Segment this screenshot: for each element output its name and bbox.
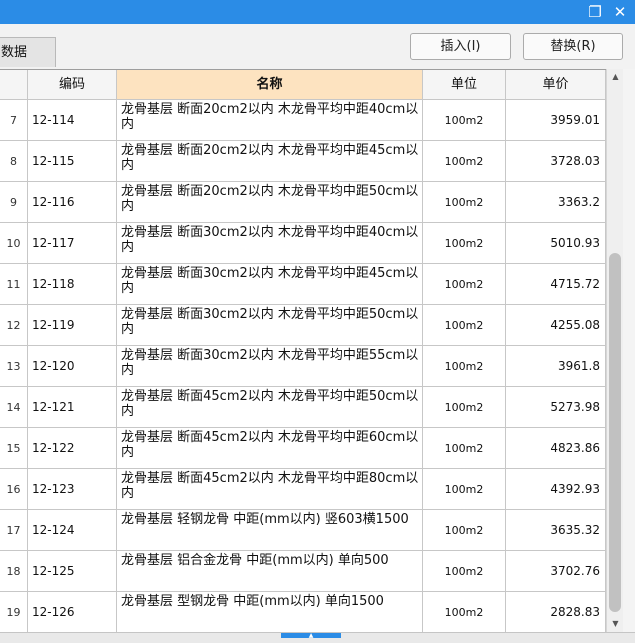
cell-price: 3961.8: [506, 346, 606, 386]
table-row[interactable]: 12 12-119 龙骨基层 断面30cm2以内 木龙骨平均中距50cm以内 100m…: [0, 305, 606, 346]
cell-name: 龙骨基层 断面30cm2以内 木龙骨平均中距40cm以内: [117, 223, 423, 263]
row-index: 18: [0, 551, 28, 591]
row-index: 10: [0, 223, 28, 263]
cell-name: 龙骨基层 型钢龙骨 中距(mm以内) 单向1500: [117, 592, 423, 632]
data-grid: 编码 名称 单位 单价 7 12-114 龙骨基层 断面20cm2以内 木龙骨平均中…: [0, 69, 606, 633]
cell-name: 龙骨基层 断面20cm2以内 木龙骨平均中距50cm以内: [117, 182, 423, 222]
cell-unit: 100m2: [423, 141, 506, 181]
cell-unit: 100m2: [423, 305, 506, 345]
cell-name: 龙骨基层 断面45cm2以内 木龙骨平均中距50cm以内: [117, 387, 423, 427]
cell-name: 龙骨基层 断面45cm2以内 木龙骨平均中距80cm以内: [117, 469, 423, 509]
row-index: 13: [0, 346, 28, 386]
cell-unit: 100m2: [423, 428, 506, 468]
cell-unit: 100m2: [423, 387, 506, 427]
cell-code: 12-123: [28, 469, 117, 509]
cell-code: 12-124: [28, 510, 117, 550]
cell-name: 龙骨基层 断面30cm2以内 木龙骨平均中距55cm以内: [117, 346, 423, 386]
insert-button[interactable]: 插入(I): [410, 33, 511, 60]
title-bar: ❐ ✕: [0, 0, 635, 24]
header-code[interactable]: 编码: [28, 70, 117, 99]
header-name[interactable]: 名称: [117, 70, 423, 99]
cell-code: 12-120: [28, 346, 117, 386]
cell-price: 4392.93: [506, 469, 606, 509]
expand-up-icon[interactable]: ▲: [281, 633, 341, 639]
table-row[interactable]: 11 12-118 龙骨基层 断面30cm2以内 木龙骨平均中距45cm以内 100m…: [0, 264, 606, 305]
cell-code: 12-116: [28, 182, 117, 222]
right-edge: [623, 69, 635, 632]
cell-name: 龙骨基层 断面30cm2以内 木龙骨平均中距50cm以内: [117, 305, 423, 345]
cell-unit: 100m2: [423, 592, 506, 632]
cell-price: 4823.86: [506, 428, 606, 468]
cell-name: 龙骨基层 断面45cm2以内 木龙骨平均中距60cm以内: [117, 428, 423, 468]
cell-name: 龙骨基层 断面20cm2以内 木龙骨平均中距40cm以内: [117, 100, 423, 140]
row-index: 12: [0, 305, 28, 345]
table-row[interactable]: 10 12-117 龙骨基层 断面30cm2以内 木龙骨平均中距40cm以内 100m…: [0, 223, 606, 264]
cell-unit: 100m2: [423, 264, 506, 304]
cell-price: 3363.2: [506, 182, 606, 222]
header-index: [0, 70, 28, 99]
table-row[interactable]: 9 12-116 龙骨基层 断面20cm2以内 木龙骨平均中距50cm以内 100m2…: [0, 182, 606, 223]
cell-code: 12-122: [28, 428, 117, 468]
row-index: 9: [0, 182, 28, 222]
row-index: 7: [0, 100, 28, 140]
cell-unit: 100m2: [423, 346, 506, 386]
row-index: 19: [0, 592, 28, 632]
table-row[interactable]: 8 12-115 龙骨基层 断面20cm2以内 木龙骨平均中距45cm以内 100m2…: [0, 141, 606, 182]
row-index: 17: [0, 510, 28, 550]
cell-price: 5010.93: [506, 223, 606, 263]
cell-code: 12-118: [28, 264, 117, 304]
cell-price: 3635.32: [506, 510, 606, 550]
cell-code: 12-117: [28, 223, 117, 263]
cell-name: 龙骨基层 断面20cm2以内 木龙骨平均中距45cm以内: [117, 141, 423, 181]
table-row[interactable]: 18 12-125 龙骨基层 铝合金龙骨 中距(mm以内) 单向500 100m2 37…: [0, 551, 606, 592]
cell-code: 12-115: [28, 141, 117, 181]
row-index: 11: [0, 264, 28, 304]
cell-code: 12-126: [28, 592, 117, 632]
row-index: 8: [0, 141, 28, 181]
row-index: 15: [0, 428, 28, 468]
cell-code: 12-119: [28, 305, 117, 345]
table-row[interactable]: 7 12-114 龙骨基层 断面20cm2以内 木龙骨平均中距40cm以内 100m2…: [0, 100, 606, 141]
cell-name: 龙骨基层 断面30cm2以内 木龙骨平均中距45cm以内: [117, 264, 423, 304]
close-icon[interactable]: ✕: [611, 3, 629, 21]
cell-unit: 100m2: [423, 510, 506, 550]
cell-code: 12-125: [28, 551, 117, 591]
scroll-up-icon[interactable]: ▲: [607, 69, 624, 85]
cell-unit: 100m2: [423, 182, 506, 222]
cell-price: 3728.03: [506, 141, 606, 181]
table-header: 编码 名称 单位 单价: [0, 70, 606, 100]
table-row[interactable]: 15 12-122 龙骨基层 断面45cm2以内 木龙骨平均中距60cm以内 100m…: [0, 428, 606, 469]
cell-price: 4255.08: [506, 305, 606, 345]
tab-data[interactable]: 数据: [0, 37, 56, 67]
table-row[interactable]: 14 12-121 龙骨基层 断面45cm2以内 木龙骨平均中距50cm以内 100m…: [0, 387, 606, 428]
row-index: 14: [0, 387, 28, 427]
row-index: 16: [0, 469, 28, 509]
scroll-down-icon[interactable]: ▼: [607, 616, 624, 632]
replace-button[interactable]: 替换(R): [523, 33, 623, 60]
cell-code: 12-114: [28, 100, 117, 140]
cell-price: 3959.01: [506, 100, 606, 140]
cell-name: 龙骨基层 轻钢龙骨 中距(mm以内) 竖603横1500: [117, 510, 423, 550]
cell-price: 4715.72: [506, 264, 606, 304]
cell-price: 5273.98: [506, 387, 606, 427]
cell-code: 12-121: [28, 387, 117, 427]
bottom-bar: ▲: [0, 632, 635, 643]
toolbar: 数据 插入(I) 替换(R): [0, 24, 635, 70]
table-row[interactable]: 17 12-124 龙骨基层 轻钢龙骨 中距(mm以内) 竖603横1500 100m…: [0, 510, 606, 551]
table-row[interactable]: 13 12-120 龙骨基层 断面30cm2以内 木龙骨平均中距55cm以内 100m…: [0, 346, 606, 387]
scrollbar-thumb[interactable]: [609, 253, 621, 612]
cell-unit: 100m2: [423, 223, 506, 263]
header-price[interactable]: 单价: [506, 70, 606, 99]
header-unit[interactable]: 单位: [423, 70, 506, 99]
cell-unit: 100m2: [423, 469, 506, 509]
restore-icon[interactable]: ❐: [586, 3, 604, 21]
cell-unit: 100m2: [423, 551, 506, 591]
table-row[interactable]: 19 12-126 龙骨基层 型钢龙骨 中距(mm以内) 单向1500 100m2 28…: [0, 592, 606, 633]
cell-unit: 100m2: [423, 100, 506, 140]
table-row[interactable]: 16 12-123 龙骨基层 断面45cm2以内 木龙骨平均中距80cm以内 100m…: [0, 469, 606, 510]
cell-name: 龙骨基层 铝合金龙骨 中距(mm以内) 单向500: [117, 551, 423, 591]
vertical-scrollbar[interactable]: ▲ ▼: [606, 69, 624, 632]
cell-price: 3702.76: [506, 551, 606, 591]
cell-price: 2828.83: [506, 592, 606, 632]
